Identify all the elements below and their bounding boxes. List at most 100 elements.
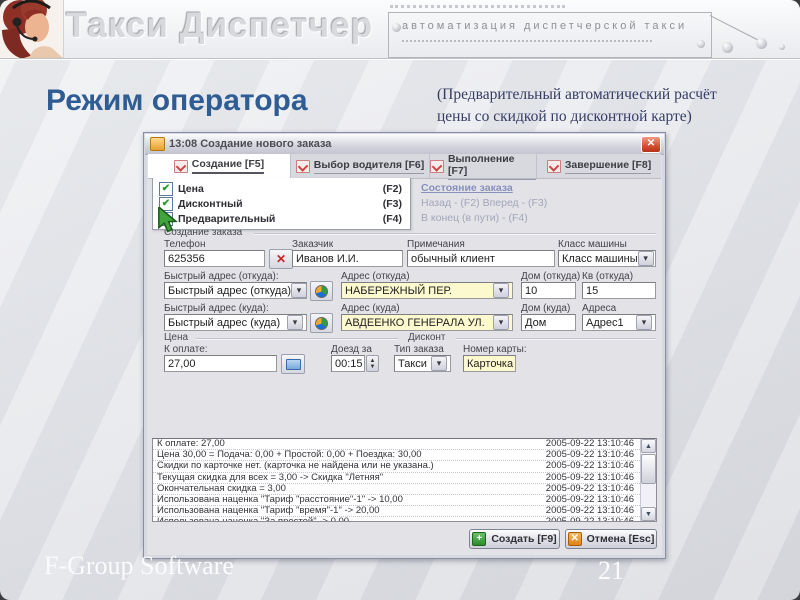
log-text: Окончательная скидка = 3,00 — [157, 482, 286, 494]
arrival-input[interactable]: 00:15 — [331, 355, 365, 372]
subtitle-line2: цены со скидкой по дисконтной карте) — [437, 108, 692, 126]
time-spinner[interactable]: ▲ ▼ — [366, 355, 379, 372]
calculator-button[interactable] — [281, 354, 305, 374]
addr-from-select[interactable]: НАБЕРЕЖНЫЙ ПЕР. — [341, 282, 513, 299]
scrollbar-thumb[interactable] — [641, 454, 656, 484]
group-separator — [456, 338, 656, 339]
taxi-app-icon — [150, 137, 165, 151]
addr-to-label: Адрес (куда) — [341, 303, 400, 314]
red-x-icon: ✕ — [275, 252, 287, 266]
chevron-down-icon[interactable] — [637, 251, 654, 266]
tab-completion[interactable]: Завершение [F8] — [537, 154, 661, 178]
scroll-up-icon[interactable]: ▲ — [641, 439, 656, 453]
cancel-button[interactable]: ✕ Отмена [Esc] — [565, 529, 657, 549]
order-state-line1: Назад - (F2) Вперед - (F3) — [421, 197, 548, 209]
option-discount[interactable]: ✔ Дисконтный (F3) — [159, 196, 402, 211]
map-lookup-button[interactable] — [310, 313, 333, 333]
dialog-titlebar[interactable]: 13:08 Создание нового заказа ✕ — [145, 134, 664, 155]
arrival-label: Доезд за — [331, 344, 372, 355]
house-to-input[interactable]: Дом — [521, 314, 576, 331]
log-row: Скидки по карточке нет. (карточка не най… — [153, 460, 656, 473]
map-lookup-button[interactable] — [310, 281, 333, 301]
chevron-down-icon[interactable] — [636, 315, 652, 330]
customer-value: Иванов И.И. — [296, 252, 359, 265]
order-form-icon — [295, 159, 310, 173]
check-icon: ✔ — [161, 182, 171, 194]
globe-icon — [315, 284, 328, 298]
quick-to-value: Быстрый адрес (куда) — [168, 316, 281, 329]
footer-brand: F-Group Software — [44, 551, 234, 580]
operator-photo — [0, 0, 64, 58]
quick-from-label: Быстрый адрес (откуда): — [164, 271, 279, 282]
log-time: 2005-09-22 13:10:46 — [545, 471, 634, 483]
phone-input[interactable]: 625356 — [164, 250, 265, 267]
log-time: 2005-09-22 13:10:46 — [545, 482, 634, 494]
customer-label: Заказчик — [292, 239, 334, 250]
dialog-tabs: Создание [F5] Выбор водителя [F6] Выполн… — [148, 153, 661, 180]
log-time: 2005-09-22 13:10:46 — [545, 516, 634, 522]
notes-input[interactable]: обычный клиент — [407, 250, 555, 267]
calculation-log[interactable]: К оплате: 27,00 2005-09-22 13:10:46 Цена … — [152, 438, 657, 522]
bead-decoration — [697, 40, 705, 48]
chevron-down-icon[interactable] — [287, 315, 303, 330]
order-form-icon — [546, 159, 561, 173]
card-number-input[interactable]: Карточка — [463, 355, 516, 372]
chevron-down-icon[interactable] — [431, 356, 447, 371]
log-time: 2005-09-22 13:10:46 — [545, 438, 634, 449]
payment-input[interactable]: 27,00 — [164, 355, 277, 372]
log-text: Текущая скидка для всех = 3,00 -> Скидка… — [157, 471, 384, 483]
checkbox-price[interactable]: ✔ — [159, 181, 173, 196]
slide-header: Такси Диспетчер автоматизация диспетчерс… — [0, 0, 800, 59]
clear-phone-button[interactable]: ✕ — [269, 249, 293, 269]
option-preliminary[interactable]: Предварительный (F4) — [159, 211, 402, 226]
tab-label: Создание [F5] — [191, 158, 265, 174]
phone-value: 625356 — [168, 252, 205, 265]
group-separator — [254, 233, 656, 234]
diagonal-line-decoration — [709, 15, 760, 42]
order-type-select[interactable]: Такси — [394, 355, 451, 372]
addresses-label: Адреса — [582, 303, 617, 314]
house-to-value: Дом — [525, 316, 547, 329]
addr-from-value: НАБЕРЕЖНЫЙ ПЕР. — [345, 284, 452, 297]
option-price[interactable]: ✔ Цена (F2) — [159, 181, 402, 196]
bead-decoration — [779, 44, 785, 50]
new-order-dialog: 13:08 Создание нового заказа ✕ Создание … — [143, 132, 666, 559]
close-button[interactable]: ✕ — [641, 135, 661, 153]
addresses-value: Адрес1 — [586, 316, 624, 329]
quick-to-select[interactable]: Быстрый адрес (куда) — [164, 314, 307, 331]
log-time: 2005-09-22 13:10:46 — [545, 460, 634, 472]
chevron-down-icon[interactable] — [493, 283, 509, 298]
chevron-down-icon[interactable] — [291, 283, 306, 298]
order-form-icon — [430, 159, 444, 173]
card-number-value: Карточка — [467, 357, 514, 370]
car-class-select[interactable]: Класс машины — [558, 250, 656, 267]
house-from-input[interactable]: 10 — [521, 282, 576, 299]
log-text: Скидки по карточке нет. (карточка не най… — [157, 460, 434, 472]
tab-label: Завершение [F8] — [564, 159, 652, 174]
log-text: Цена 30,00 = Подача: 0,00 + Простой: 0,0… — [157, 449, 422, 461]
chevron-down-icon[interactable] — [493, 315, 509, 330]
quick-from-select[interactable]: Быстрый адрес (откуда) — [164, 282, 307, 299]
close-icon: ✕ — [646, 138, 656, 149]
apt-from-input[interactable]: 15 — [582, 282, 656, 299]
addresses-select[interactable]: Адрес1 — [582, 314, 656, 331]
log-scrollbar[interactable]: ▲ ▼ — [640, 439, 656, 521]
customer-input[interactable]: Иванов И.И. — [292, 250, 403, 267]
x-icon: ✕ — [567, 532, 582, 546]
tab-execution[interactable]: Выполнение [F7] — [430, 153, 538, 180]
spin-down-icon: ▼ — [369, 363, 376, 370]
addr-to-select[interactable]: АВДЕЕНКО ГЕНЕРАЛА УЛ. — [341, 314, 513, 331]
plus-icon: + — [472, 532, 487, 546]
tab-driver-selection[interactable]: Выбор водителя [F6] — [291, 154, 431, 178]
option-label: Цена — [178, 182, 204, 195]
scroll-down-icon[interactable]: ▼ — [641, 507, 656, 521]
create-button-label: Создать [F9] — [491, 533, 557, 545]
tab-label: Выполнение [F7] — [447, 153, 537, 180]
quick-to-label: Быстрый адрес (куда): — [164, 303, 269, 314]
create-button[interactable]: + Создать [F9] — [469, 529, 560, 549]
bead-decoration — [392, 23, 401, 32]
tab-creation[interactable]: Создание [F5] — [148, 154, 291, 178]
tab-label: Выбор водителя [F6] — [313, 159, 425, 174]
order-state-link[interactable]: Состояние заказа — [421, 182, 651, 194]
log-time: 2005-09-22 13:10:46 — [545, 505, 634, 517]
